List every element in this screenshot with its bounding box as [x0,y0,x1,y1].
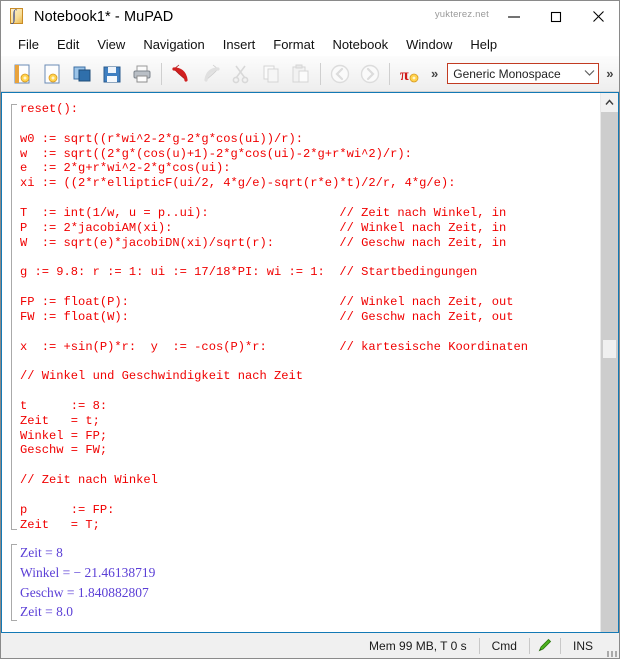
menu-item-format[interactable]: Format [264,35,323,54]
output-region: Zeit = 8 Winkel = − 21.46138719 Geschw =… [11,543,600,622]
window-controls [493,1,619,32]
copy-icon [256,59,286,89]
output-line: Winkel = − 21.46138719 [20,565,156,581]
menu-item-edit[interactable]: Edit [48,35,88,54]
menu-item-window[interactable]: Window [397,35,461,54]
menu-item-view[interactable]: View [88,35,134,54]
menu-item-file[interactable]: File [9,35,48,54]
input-code[interactable]: reset(): w0 := sqrt((r*wi^2-2*g-2*g*cos(… [20,102,600,532]
undo-icon[interactable] [166,59,196,89]
menu-item-notebook[interactable]: Notebook [323,35,397,54]
toolbar-separator-3 [389,62,390,85]
green-pencil-icon [530,633,560,658]
evaluate-pi-icon[interactable]: π [394,59,424,89]
print-icon[interactable] [127,59,157,89]
nav-forward-icon [355,59,385,89]
font-select-value: Generic Monospace [453,66,561,81]
save-icon[interactable] [97,59,127,89]
output-line: Geschw = 1.840882807 [20,584,149,600]
scrollbar-thumb[interactable] [603,340,616,358]
new-document-icon[interactable] [37,59,67,89]
editor-vertical-scrollbar[interactable] [600,93,618,632]
input-region[interactable]: reset(): w0 := sqrt((r*wi^2-2*g-2*g*cos(… [11,102,600,532]
chevron-down-icon[interactable] [580,69,598,79]
menu-item-insert[interactable]: Insert [214,35,265,54]
watermark-label: yukterez.net [434,9,489,20]
toolbar-overflow-button[interactable]: » [424,66,445,81]
maximize-button[interactable] [535,1,577,32]
scroll-up-button[interactable] [601,93,618,112]
minimize-button[interactable] [493,1,535,32]
output-line: Zeit = 8 [20,545,63,561]
output-line: Zeit = 8.0 [20,604,73,620]
redo-icon [196,59,226,89]
menu-item-help[interactable]: Help [461,35,506,54]
format-toolbar-overflow-button[interactable]: » [599,66,620,81]
cut-scissors-icon [226,59,256,89]
titlebar: ∫ Notebook1* - MuPAD yukterez.net [1,1,619,32]
nav-back-icon [325,59,355,89]
mupad-document-icon: ∫ [9,8,26,25]
statusbar: Mem 99 MB, T 0 s Cmd INS [1,633,619,658]
notebook-editor[interactable]: reset(): w0 := sqrt((r*wi^2-2*g-2*g*cos(… [2,93,600,632]
close-button[interactable] [577,1,619,32]
font-select[interactable]: Generic Monospace [447,63,600,84]
insert-mode-status: INS [572,638,593,653]
svg-text:π: π [400,67,409,84]
toolbar-separator-2 [320,62,321,85]
menu-item-navigation[interactable]: Navigation [134,35,213,54]
resize-grip-icon[interactable] [605,632,619,659]
new-notebook-icon[interactable] [7,59,37,89]
open-folder-icon[interactable] [67,59,97,89]
toolbar: π » Generic Monospace » [1,56,619,92]
menubar: File Edit View Navigation Insert Format … [1,32,619,56]
window-title: Notebook1* - MuPAD [34,8,174,25]
memory-status: Mem 99 MB, T 0 s [369,638,467,653]
toolbar-separator-1 [161,62,162,85]
mupad-window: ∫ Notebook1* - MuPAD yukterez.net File E… [0,0,620,659]
notebook-editor-frame: reset(): w0 := sqrt((r*wi^2-2*g-2*g*cos(… [1,92,619,633]
mode-status: Cmd [491,638,517,653]
paste-icon [286,59,316,89]
